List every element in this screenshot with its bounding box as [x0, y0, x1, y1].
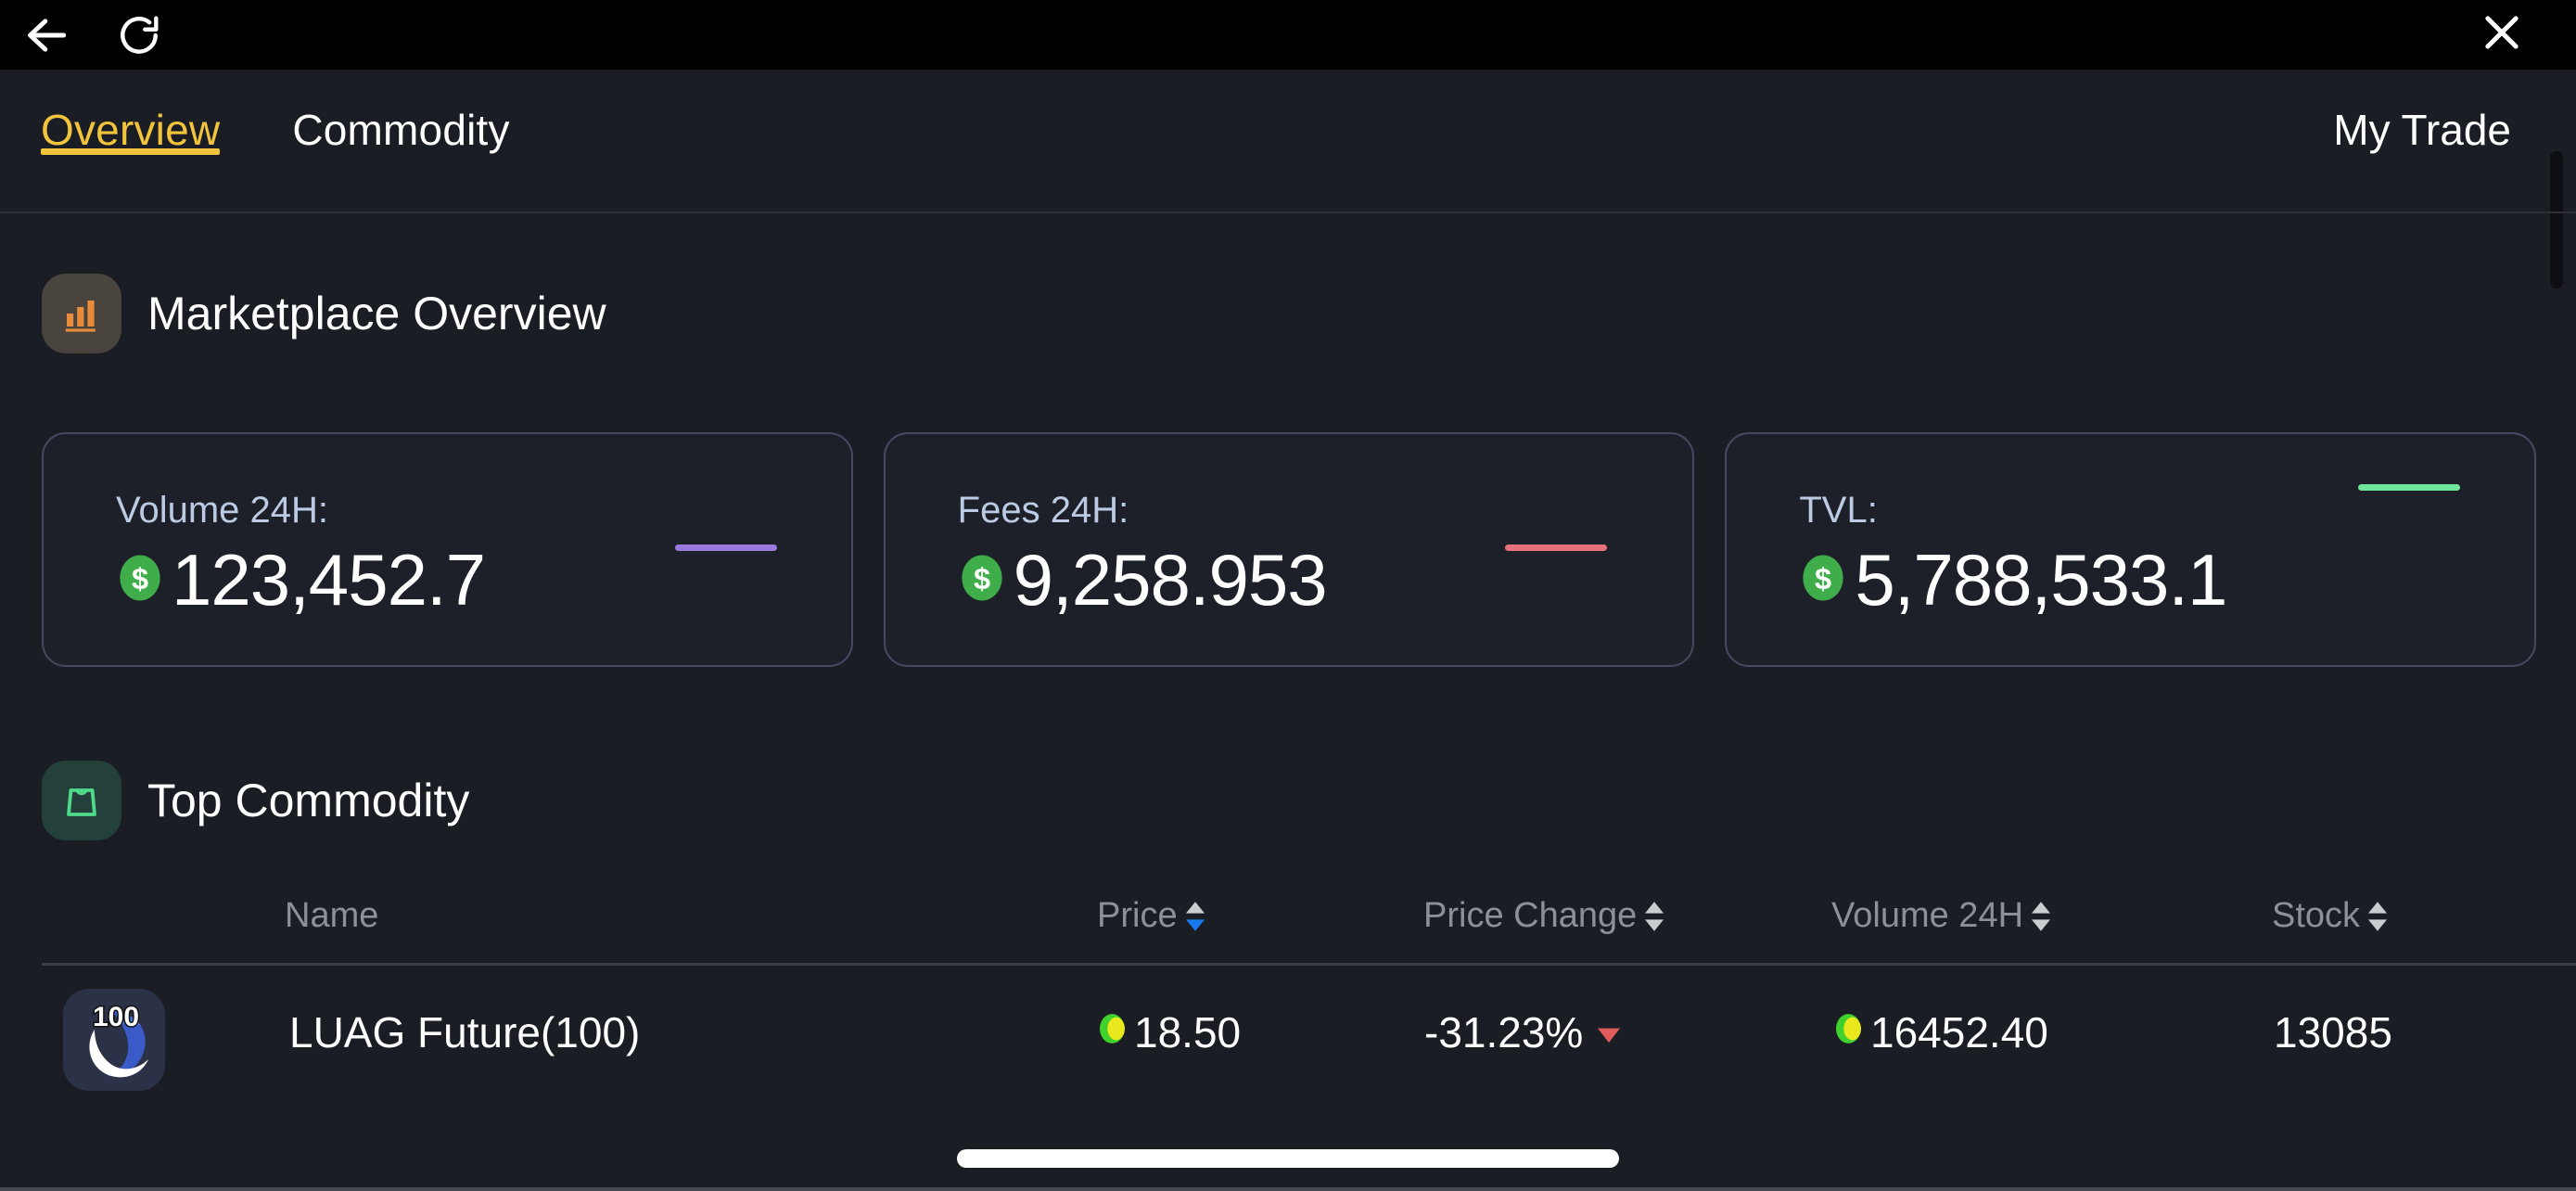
token-coin-icon — [1831, 1007, 1868, 1057]
close-button[interactable] — [2455, 0, 2548, 70]
sparkline-fees — [1505, 544, 1607, 551]
stat-card-label: Volume 24H: — [116, 490, 328, 531]
column-header-label: Volume 24H — [1831, 896, 2023, 936]
cell-volume-24h: 16452.40 — [1831, 1007, 2048, 1057]
marketplace-overview-title: Marketplace Overview — [147, 287, 606, 340]
tab-overview[interactable]: Overview — [41, 70, 220, 155]
cell-price-change: -31.23% — [1424, 1007, 1622, 1057]
cell-price-change-value: -31.23% — [1424, 1007, 1583, 1057]
column-header-label: Price Change — [1423, 896, 1637, 936]
svg-text:$: $ — [974, 562, 990, 596]
cell-name: LUAG Future(100) — [289, 1007, 640, 1057]
marketplace-overview-header: Marketplace Overview — [42, 274, 606, 353]
reload-icon — [116, 12, 162, 58]
stat-card-fees-24h[interactable]: Fees 24H: $ 9,258.953 — [884, 432, 1695, 667]
cell-price: 18.50 — [1095, 1007, 1241, 1057]
column-header-stock[interactable]: Stock — [2272, 896, 2390, 936]
my-trade-link[interactable]: My Trade — [2333, 105, 2511, 155]
tab-bar-divider — [0, 211, 2576, 213]
stat-card-value-row: $ 9,258.953 — [958, 538, 1327, 622]
bar-chart-icon — [42, 274, 121, 353]
stat-card-group: Volume 24H: $ 123,452.7 Fees 24H: $ 9,25… — [42, 432, 2536, 667]
dollar-coin-icon: $ — [958, 554, 1006, 607]
svg-text:100: 100 — [93, 1002, 139, 1032]
sort-arrows-icon — [2366, 899, 2390, 934]
column-header-price-change[interactable]: Price Change — [1423, 896, 1666, 936]
triangle-down-icon — [1596, 1007, 1622, 1057]
tab-commodity[interactable]: Commodity — [292, 70, 509, 155]
column-header-label: Name — [285, 896, 378, 936]
tab-list: Overview Commodity — [41, 70, 582, 213]
back-button[interactable] — [0, 0, 93, 70]
sparkline-volume — [675, 544, 777, 551]
page-scrollbar-thumb[interactable] — [2550, 151, 2563, 288]
browser-nav-group — [0, 0, 185, 70]
stat-card-label: Fees 24H: — [958, 490, 1129, 531]
stat-card-label: TVL: — [1799, 490, 1877, 531]
column-header-name: Name — [285, 896, 378, 936]
top-commodity-title: Top Commodity — [147, 774, 469, 827]
dollar-coin-icon: $ — [1799, 554, 1847, 607]
stat-card-value-row: $ 123,452.7 — [116, 538, 485, 622]
stat-card-volume-24h[interactable]: Volume 24H: $ 123,452.7 — [42, 432, 853, 667]
top-commodity-table: Name Price Price Change Volume 24H — [0, 872, 2576, 1117]
stat-card-value-row: $ 5,788,533.1 — [1799, 538, 2226, 622]
column-header-price[interactable]: Price — [1097, 896, 1207, 936]
dollar-coin-icon: $ — [116, 554, 164, 607]
stat-card-tvl[interactable]: TVL: $ 5,788,533.1 — [1725, 432, 2536, 667]
column-header-label: Stock — [2272, 896, 2360, 936]
cell-price-value: 18.50 — [1134, 1007, 1241, 1057]
token-coin-icon — [1095, 1007, 1132, 1057]
tab-bar: Overview Commodity My Trade — [0, 70, 2576, 213]
column-header-volume-24h[interactable]: Volume 24H — [1831, 896, 2053, 936]
luag-token-icon: 100 — [63, 989, 165, 1091]
sort-arrows-icon — [1183, 899, 1207, 934]
stat-card-value: 9,258.953 — [1014, 538, 1327, 622]
cell-volume-value: 16452.40 — [1870, 1007, 2048, 1057]
stat-card-value: 123,452.7 — [172, 538, 485, 622]
cell-stock: 13085 — [2274, 1007, 2392, 1057]
arrow-left-icon — [20, 9, 72, 61]
sort-arrows-icon — [2029, 899, 2053, 934]
bottom-edge-line — [0, 1187, 2576, 1191]
table-header-row: Name Price Price Change Volume 24H — [0, 872, 2576, 963]
top-commodity-header: Top Commodity — [42, 761, 469, 840]
svg-text:$: $ — [1815, 562, 1831, 596]
column-header-label: Price — [1097, 896, 1178, 936]
reload-button[interactable] — [93, 0, 185, 70]
svg-text:$: $ — [132, 562, 148, 596]
stat-card-value: 5,788,533.1 — [1855, 538, 2226, 622]
home-indicator[interactable] — [957, 1149, 1619, 1168]
sparkline-tvl — [2358, 484, 2460, 491]
browser-top-bar — [0, 0, 2576, 70]
table-row[interactable]: 100 LUAG Future(100) 18.50 -31.23% — [0, 963, 2576, 1117]
shopping-bag-icon — [42, 761, 121, 840]
sort-arrows-icon — [1642, 899, 1666, 934]
close-icon — [2478, 8, 2526, 61]
